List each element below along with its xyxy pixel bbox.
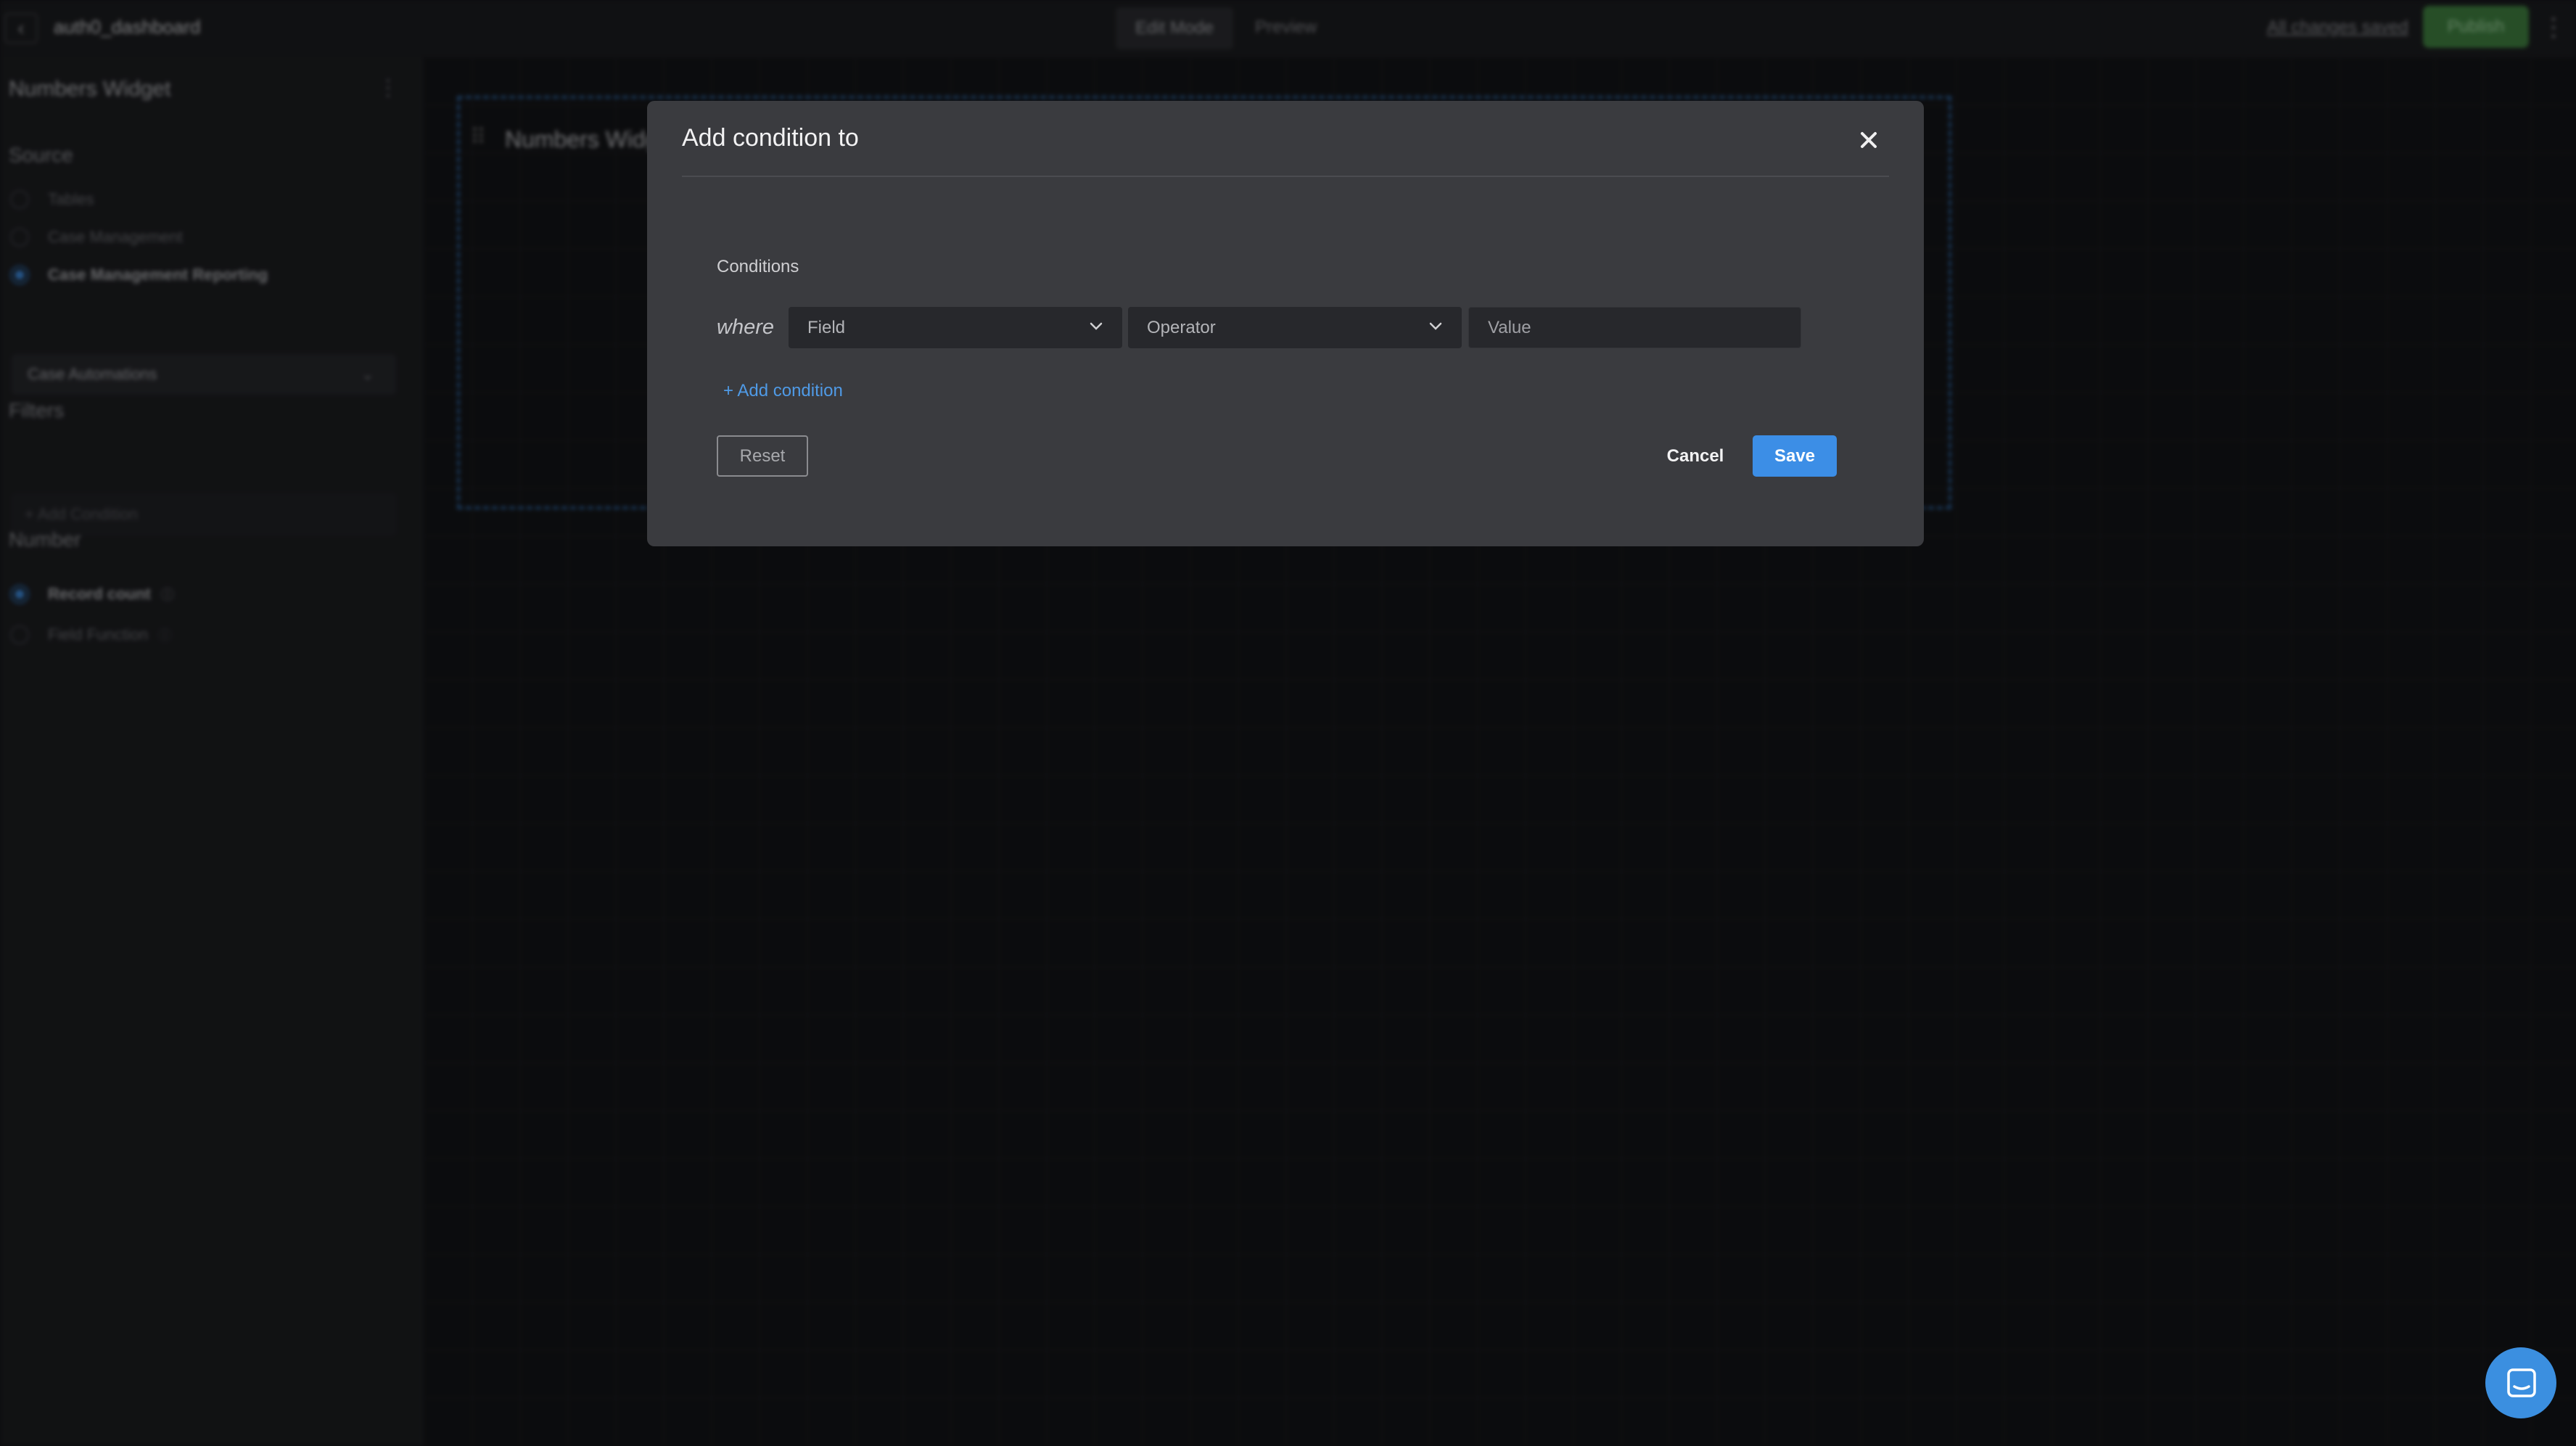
chat-launcher-button[interactable] (2485, 1347, 2556, 1418)
field-select[interactable]: Field (789, 307, 1122, 348)
chevron-down-icon (1429, 322, 1442, 330)
add-condition-dialog: Add condition to Conditions where Field … (647, 101, 1924, 546)
chat-bubble-icon (2507, 1368, 2536, 1397)
conditions-label: Conditions (717, 257, 799, 276)
where-label: where (717, 316, 774, 339)
value-input[interactable] (1468, 307, 1801, 348)
add-condition-link[interactable]: + Add condition (723, 381, 843, 401)
save-button[interactable]: Save (1753, 435, 1837, 477)
close-button[interactable] (1851, 123, 1886, 157)
dialog-title: Add condition to (682, 124, 859, 152)
reset-button[interactable]: Reset (717, 435, 808, 477)
operator-select-placeholder: Operator (1147, 318, 1216, 337)
field-select-placeholder: Field (807, 318, 846, 337)
dialog-divider (682, 176, 1889, 177)
chevron-down-icon (1090, 322, 1103, 330)
close-icon (1861, 132, 1877, 148)
operator-select[interactable]: Operator (1128, 307, 1462, 348)
cancel-button[interactable]: Cancel (1655, 435, 1735, 477)
